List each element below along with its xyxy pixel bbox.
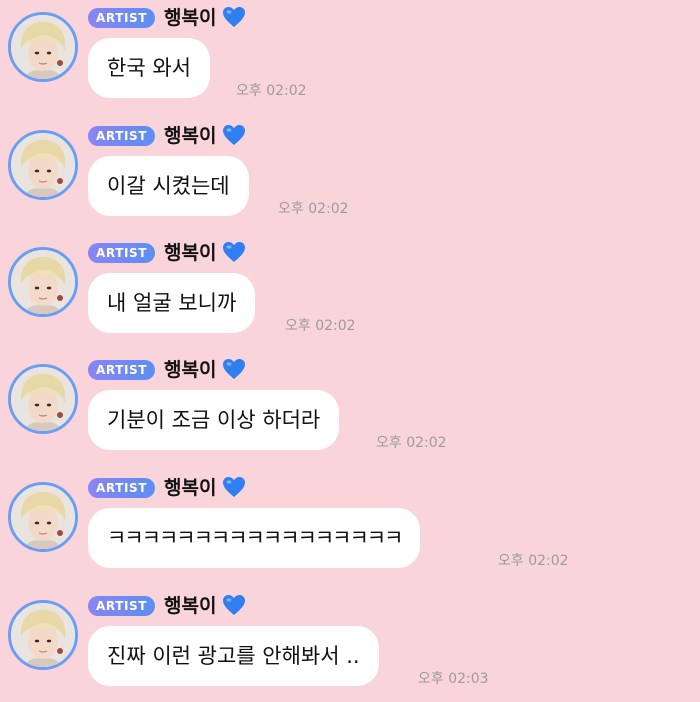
avatar-photo: [11, 603, 75, 667]
blue-heart-icon: [223, 477, 245, 497]
message-timestamp: 오후 02:03: [418, 671, 489, 687]
blue-heart-icon: [223, 7, 245, 27]
artist-badge: ARTIST: [88, 126, 156, 146]
artist-avatar[interactable]: [8, 600, 78, 670]
message-timestamp: 오후 02:02: [236, 83, 307, 99]
sender-name: 행복이: [164, 477, 217, 499]
message-timestamp: 오후 02:02: [498, 553, 569, 569]
message-row: ARTIST 행복이 한국 와서 오후 02:02: [0, 0, 700, 117]
blue-heart-icon: [223, 595, 245, 615]
message-timestamp: 오후 02:02: [278, 201, 349, 217]
chat-thread: ARTIST 행복이 한국 와서 오후 02:02 ARTIST 행복이 이갈 …: [0, 0, 700, 702]
avatar-photo: [11, 367, 75, 431]
message-bubble[interactable]: 한국 와서: [88, 38, 210, 98]
sender-name: 행복이: [164, 595, 217, 617]
artist-badge: ARTIST: [88, 8, 156, 28]
message-row: ARTIST 행복이 ㅋㅋㅋㅋㅋㅋㅋㅋㅋㅋㅋㅋㅋㅋㅋㅋㅋ 오후 02:02: [0, 470, 700, 587]
artist-avatar[interactable]: [8, 12, 78, 82]
message-row: ARTIST 행복이 내 얼굴 보니까 오후 02:02: [0, 235, 700, 352]
avatar-photo: [11, 15, 75, 79]
blue-heart-icon: [223, 125, 245, 145]
blue-heart-icon: [223, 359, 245, 379]
avatar-photo: [11, 133, 75, 197]
sender-name: 행복이: [164, 242, 217, 264]
avatar-photo: [11, 485, 75, 549]
message-bubble[interactable]: 진짜 이런 광고를 안해봐서 ..: [88, 626, 379, 686]
sender-name: 행복이: [164, 125, 217, 147]
message-row: ARTIST 행복이 기분이 조금 이상 하더라 오후 02:02: [0, 352, 700, 469]
message-bubble[interactable]: ㅋㅋㅋㅋㅋㅋㅋㅋㅋㅋㅋㅋㅋㅋㅋㅋㅋ: [88, 508, 421, 568]
artist-avatar[interactable]: [8, 247, 78, 317]
message-row: ARTIST 행복이 진짜 이런 광고를 안해봐서 .. 오후 02:03: [0, 588, 700, 702]
sender-name: 행복이: [164, 7, 217, 29]
artist-badge: ARTIST: [88, 596, 156, 616]
avatar-photo: [11, 250, 75, 314]
artist-badge: ARTIST: [88, 243, 156, 263]
artist-avatar[interactable]: [8, 130, 78, 200]
message-bubble[interactable]: 기분이 조금 이상 하더라: [88, 390, 340, 450]
message-timestamp: 오후 02:02: [376, 435, 447, 451]
blue-heart-icon: [223, 242, 245, 262]
sender-name: 행복이: [164, 359, 217, 381]
artist-avatar[interactable]: [8, 482, 78, 552]
message-bubble[interactable]: 이갈 시켰는데: [88, 156, 249, 216]
message-row: ARTIST 행복이 이갈 시켰는데 오후 02:02: [0, 118, 700, 235]
message-bubble[interactable]: 내 얼굴 보니까: [88, 273, 256, 333]
artist-badge: ARTIST: [88, 360, 156, 380]
message-timestamp: 오후 02:02: [285, 318, 356, 334]
artist-badge: ARTIST: [88, 478, 156, 498]
artist-avatar[interactable]: [8, 364, 78, 434]
